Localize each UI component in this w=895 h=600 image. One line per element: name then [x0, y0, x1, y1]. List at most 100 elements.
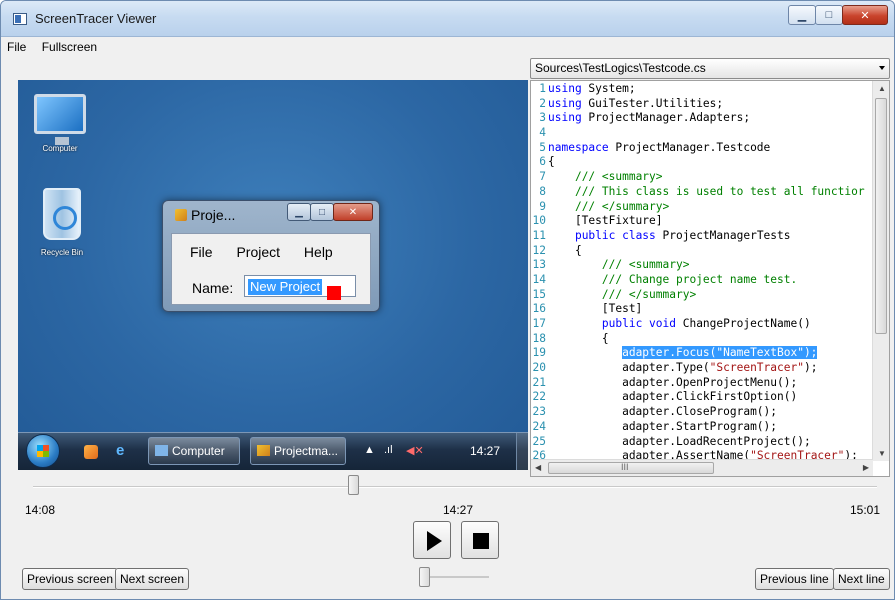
line-number: 12	[532, 243, 546, 257]
code-line: 23 adapter.CloseProgram();	[531, 405, 873, 420]
scroll-grip: III	[621, 462, 629, 472]
captured-minimize-icon: ▁	[287, 203, 311, 221]
captured-menu-file: File	[190, 244, 213, 260]
source-file-select[interactable]: Sources\TestLogics\Testcode.cs	[530, 58, 890, 79]
timeline-slider-thumb[interactable]	[347, 475, 359, 495]
captured-window-controls: ▁ □ ✕	[287, 203, 373, 221]
taskbar-button-projectmanager: Projectma...	[250, 437, 346, 465]
code-token: /// </summary>	[601, 287, 697, 301]
line-number: 7	[539, 170, 546, 184]
menu-file[interactable]: File	[7, 40, 26, 54]
code-line: 19 adapter.Focus("NameTextBox");	[531, 346, 873, 361]
stop-button[interactable]	[461, 521, 499, 559]
screentracer-window: ScreenTracer Viewer ▁ □ ✕ File Fullscree…	[0, 0, 895, 600]
line-number: 15	[532, 287, 546, 301]
code-horizontal-scrollbar[interactable]: ◀ III ▶	[531, 459, 873, 476]
code-line: 3 using ProjectManager.Adapters;	[531, 111, 873, 126]
code-line: 9 /// </summary>	[531, 200, 873, 215]
code-line: 24 adapter.StartProgram();	[531, 420, 873, 435]
code-line: 6{	[531, 155, 873, 170]
app-icon	[13, 13, 27, 25]
code-line: 22 adapter.ClickFirstOption()	[531, 390, 873, 405]
line-number: 20	[532, 361, 546, 375]
code-token: using	[548, 96, 582, 110]
vertical-scroll-thumb[interactable]	[875, 98, 887, 334]
menu-bar: File Fullscreen	[1, 38, 894, 56]
timeline-track[interactable]	[33, 486, 877, 488]
minimize-button[interactable]: ▁	[788, 5, 816, 25]
next-screen-button[interactable]: Next screen	[115, 568, 190, 590]
play-button[interactable]	[413, 521, 451, 559]
previous-line-button[interactable]: Previous line	[755, 568, 834, 590]
line-number: 10	[532, 214, 546, 228]
scroll-down-icon[interactable]: ▼	[878, 449, 886, 458]
captured-app-window: Proje... ▁ □ ✕ File Project Help Name: N…	[162, 200, 380, 312]
code-token: adapter.LoadRecentProject();	[548, 434, 811, 448]
previous-screen-button[interactable]: Previous screen	[22, 568, 119, 590]
speed-slider-thumb[interactable]	[419, 567, 430, 587]
desktop-icon-recycle-bin: Recycle Bin	[32, 188, 92, 257]
code-line: 15 /// </summary>	[531, 288, 873, 303]
show-desktop-button	[516, 433, 528, 470]
code-line: 4	[531, 126, 873, 141]
menu-fullscreen[interactable]: Fullscreen	[42, 40, 97, 54]
code-line: 10 [TestFixture]	[531, 214, 873, 229]
captured-window-title: Proje...	[191, 207, 236, 223]
speed-slider-track[interactable]	[421, 576, 489, 578]
line-number: 17	[532, 317, 546, 330]
next-line-button[interactable]: Next line	[833, 568, 890, 590]
taskbar-button-computer: Computer	[148, 437, 240, 465]
network-signal-icon: .ıl	[384, 444, 393, 456]
code-token: adapter.ClickFirstOption()	[548, 390, 798, 404]
start-orb-icon	[26, 434, 60, 468]
line-number: 5	[539, 140, 546, 154]
scroll-right-icon[interactable]: ▶	[863, 463, 869, 472]
code-line: 20 adapter.Type("ScreenTracer");	[531, 361, 873, 376]
code-token: namespace	[548, 140, 609, 154]
scroll-left-icon[interactable]: ◀	[535, 463, 541, 472]
captured-menu: File Project Help	[190, 244, 353, 260]
code-vertical-scrollbar[interactable]: ▲ ▼	[872, 81, 889, 461]
code-token: ProjectManager.Testcode	[608, 140, 771, 154]
code-line: 14 /// Change project name test.	[531, 273, 873, 288]
code-line: 2 using GuiTester.Utilities;	[531, 97, 873, 112]
window-controls: ▁ □ ✕	[788, 5, 888, 25]
close-button[interactable]: ✕	[842, 5, 888, 25]
code-token: {	[548, 155, 555, 169]
code-token: {	[548, 331, 609, 345]
maximize-button[interactable]: □	[815, 5, 843, 25]
code-token: [TestFixture]	[548, 214, 663, 228]
play-icon	[427, 531, 442, 551]
code-line: 8 /// This class is used to test all fun…	[531, 185, 873, 200]
code-token: adapter.StartProgram();	[548, 419, 778, 433]
code-token: /// </summary>	[574, 199, 670, 213]
stop-icon	[473, 533, 489, 549]
code-line: 16 [Test]	[531, 302, 873, 317]
captured-name-label: Name:	[192, 280, 234, 296]
source-file-path: Sources\TestLogics\Testcode.cs	[535, 61, 706, 75]
computer-small-icon	[155, 445, 168, 456]
horizontal-scroll-thumb[interactable]: III	[548, 462, 714, 474]
code-token: {	[548, 243, 582, 257]
code-line: 17 public void ChangeProjectName()	[531, 317, 873, 332]
line-number: 25	[532, 434, 546, 448]
code-token: /// Change project name test.	[601, 272, 798, 286]
project-small-icon	[257, 445, 270, 456]
desktop-icon-computer: Computer	[30, 94, 90, 153]
line-number: 8	[539, 184, 546, 198]
scroll-up-icon[interactable]: ▲	[878, 84, 886, 93]
code-lines: 1 using System; 2 using GuiTester.Utilities…	[531, 81, 873, 461]
captured-window-body: File Project Help Name: New Project	[171, 233, 371, 305]
volume-muted-icon: ◀✕	[406, 445, 424, 457]
code-token: /// <summary>	[601, 258, 690, 272]
taskbar-button-label: Projectma...	[274, 444, 339, 458]
code-token: GuiTester.Utilities;	[581, 96, 724, 110]
line-number: 3	[539, 111, 546, 125]
line-number: 22	[532, 390, 546, 404]
media-player-icon	[84, 445, 98, 459]
captured-name-value: New Project	[248, 279, 323, 295]
